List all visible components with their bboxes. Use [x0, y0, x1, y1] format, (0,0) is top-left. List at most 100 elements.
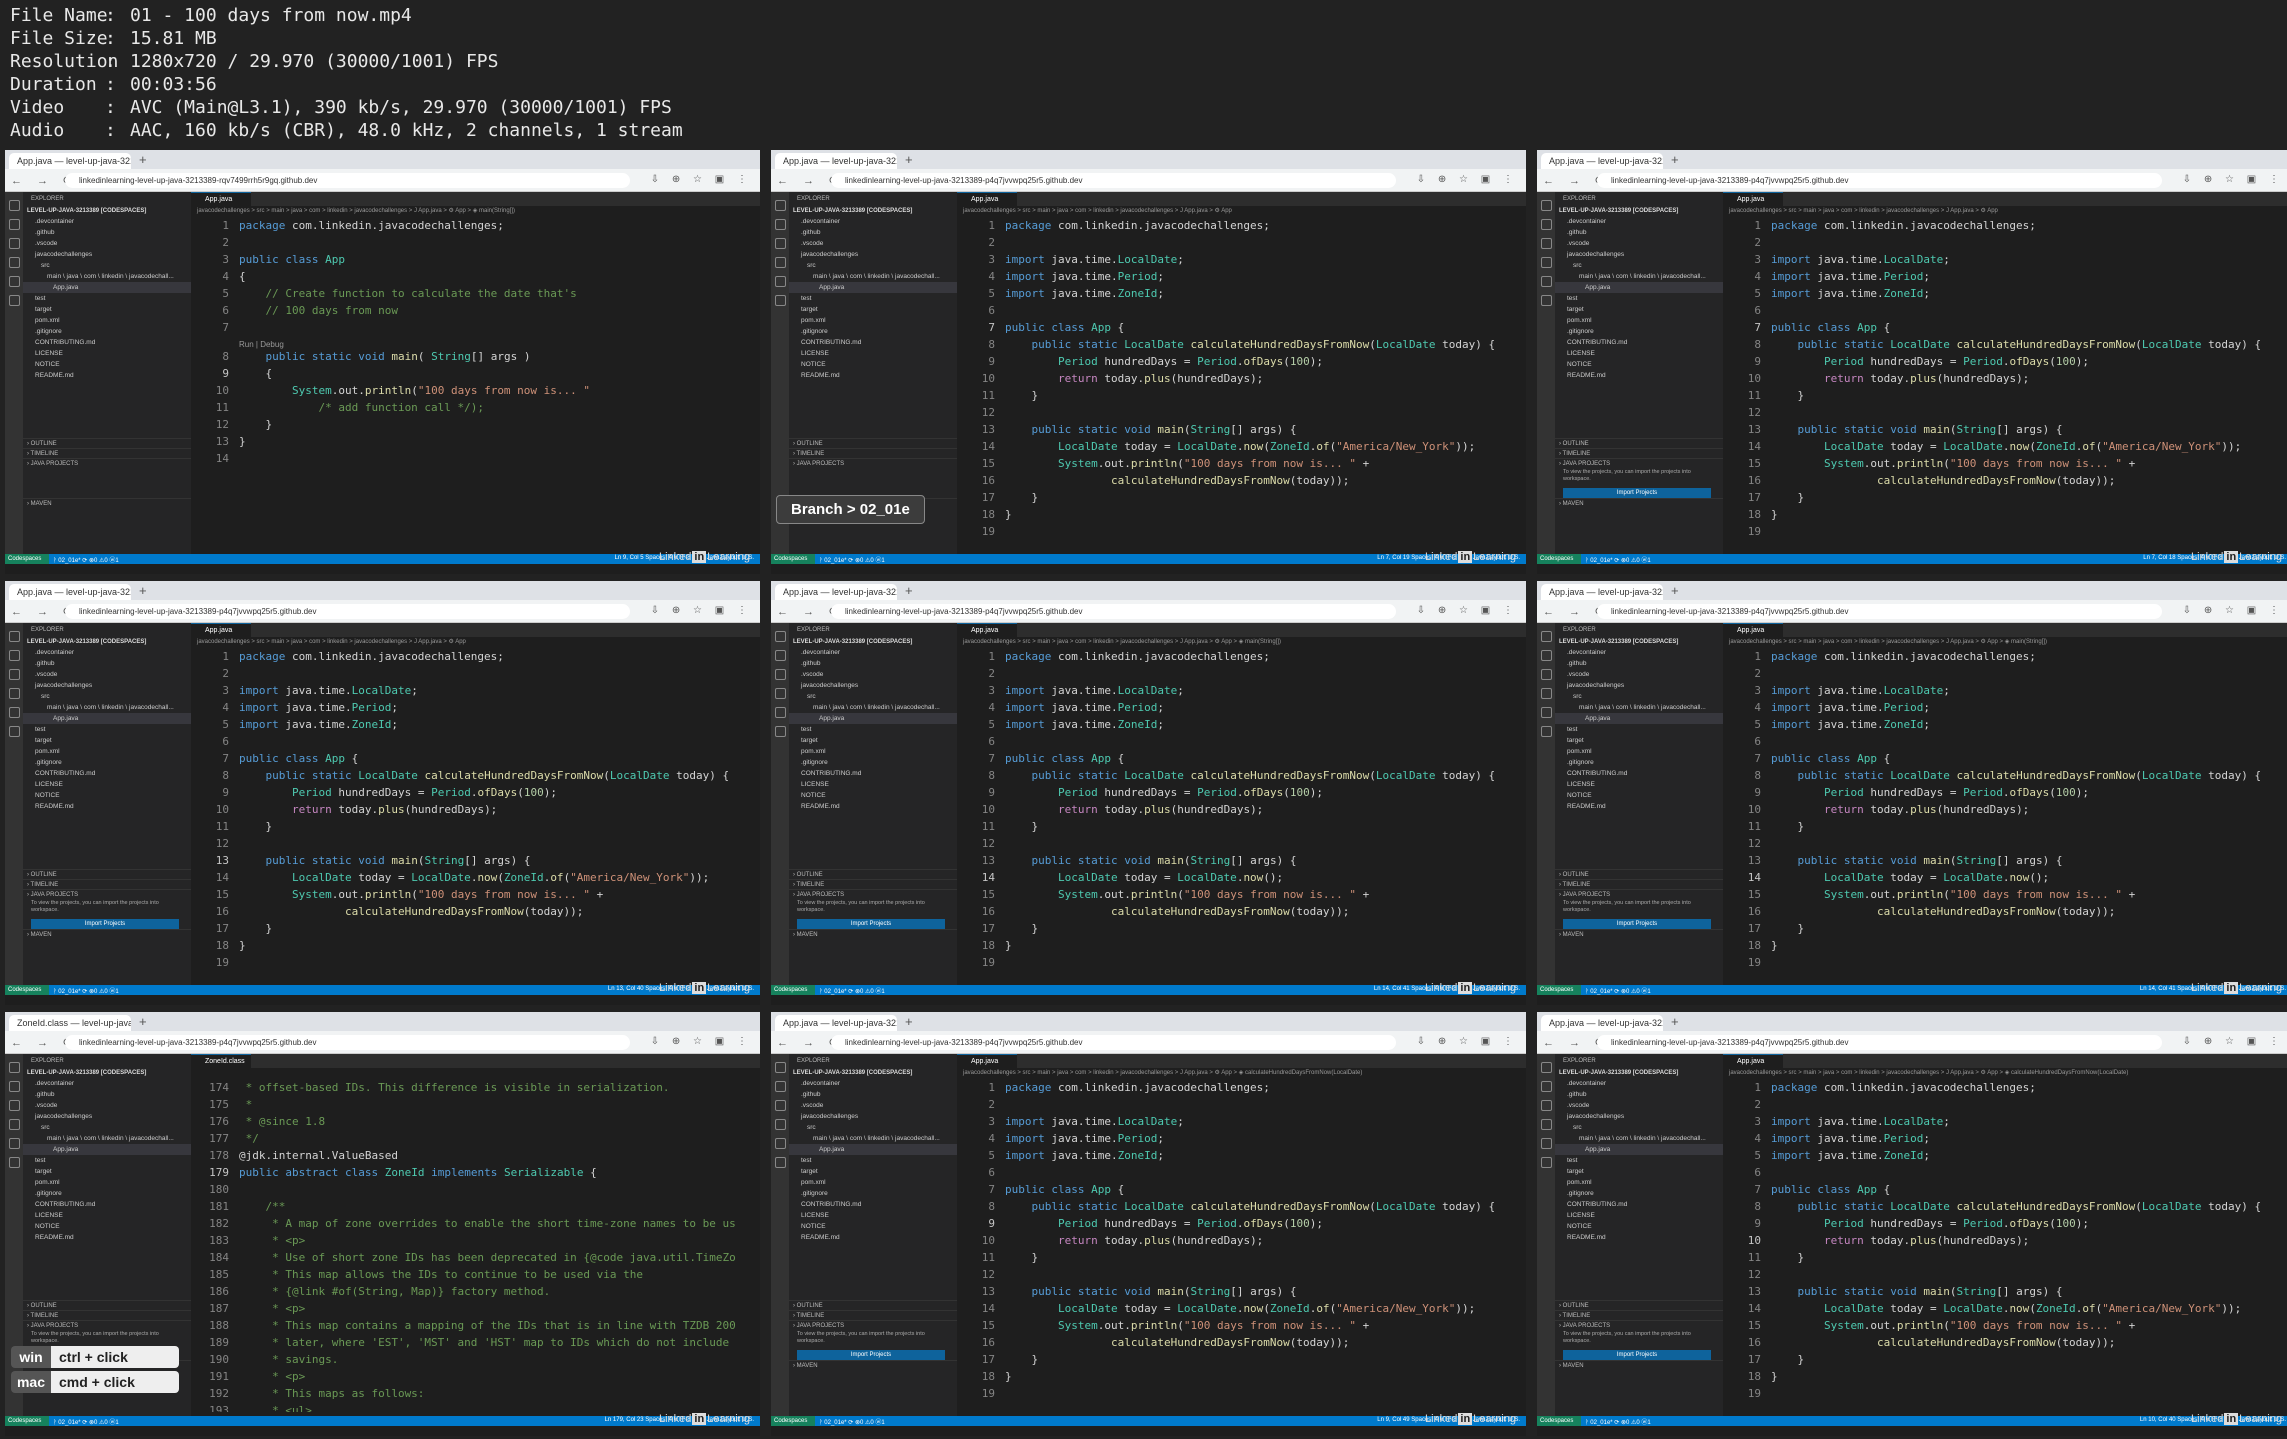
remote-icon[interactable] [8, 295, 20, 306]
remote-indicator[interactable]: Codespaces [771, 554, 815, 564]
file-tree-item[interactable]: README.md [1555, 801, 1723, 812]
file-tree-item[interactable]: javacodechallenges [1555, 249, 1723, 260]
file-tree-item[interactable]: target [789, 735, 957, 746]
browser-tab[interactable]: App.java — level-up-java-3213... [775, 584, 897, 600]
remote-icon[interactable] [1540, 295, 1552, 306]
extensions-icon[interactable] [1540, 276, 1552, 287]
file-tree-item[interactable]: CONTRIBUTING.md [1555, 1199, 1723, 1210]
sidebar-section-java-projects[interactable]: › JAVA PROJECTS [789, 1320, 957, 1331]
remote-indicator[interactable]: Codespaces [5, 1416, 49, 1426]
file-tree-item[interactable]: .gitignore [789, 326, 957, 337]
browser-toolbar-icons[interactable]: ⇩ ⊕ ☆ ▣ ⋮ [1417, 605, 1518, 616]
file-tree-item[interactable]: NOTICE [789, 1221, 957, 1232]
file-tree-item[interactable]: src [23, 260, 191, 271]
file-tree-item[interactable]: .vscode [23, 669, 191, 680]
file-tree-item[interactable]: pom.xml [789, 1177, 957, 1188]
file-tree-item[interactable]: README.md [789, 370, 957, 381]
file-tree-item[interactable]: LICENSE [789, 1210, 957, 1221]
file-tree-item[interactable]: LICENSE [1555, 779, 1723, 790]
source-control-icon[interactable] [774, 1100, 786, 1111]
file-tree-item[interactable]: .gitignore [789, 1188, 957, 1199]
address-bar[interactable]: linkedinlearning-level-up-java-3213389-p… [1597, 1035, 2162, 1050]
file-tree-item[interactable]: target [1555, 304, 1723, 315]
extensions-icon[interactable] [774, 276, 786, 287]
extensions-icon[interactable] [1540, 1138, 1552, 1149]
file-tree-item[interactable]: .devcontainer [1555, 216, 1723, 227]
file-tree-item[interactable]: src [1555, 260, 1723, 271]
source-control-icon[interactable] [1540, 669, 1552, 680]
breadcrumb[interactable]: javacodechallenges > src > main > java >… [963, 638, 1281, 645]
editor-tab[interactable]: App.java [957, 192, 1017, 206]
remote-icon[interactable] [8, 726, 20, 737]
remote-icon[interactable] [8, 1157, 20, 1168]
browser-toolbar-icons[interactable]: ⇩ ⊕ ☆ ▣ ⋮ [2183, 1036, 2284, 1047]
run-debug-icon[interactable] [774, 257, 786, 268]
file-tree-item[interactable]: .gitignore [23, 757, 191, 768]
file-tree-item[interactable]: main \ java \ com \ linkedin \ javacodec… [23, 1133, 191, 1144]
editor-tab[interactable]: App.java [1723, 623, 1783, 637]
code-area[interactable]: 1 package com.linkedin.javacodechallenges… [957, 1081, 1526, 1412]
editor-tab[interactable]: App.java [191, 192, 251, 206]
file-tree-item[interactable]: .gitignore [23, 326, 191, 337]
editor-tab[interactable]: App.java [957, 623, 1017, 637]
run-debug-icon[interactable] [1540, 257, 1552, 268]
file-tree-item[interactable]: javacodechallenges [23, 680, 191, 691]
workspace-root[interactable]: LEVEL-UP-JAVA-3213389 [CODESPACES] [23, 206, 191, 216]
file-tree-item[interactable]: README.md [1555, 370, 1723, 381]
file-tree-item[interactable]: .gitignore [1555, 1188, 1723, 1199]
file-tree-item[interactable]: LICENSE [789, 348, 957, 359]
file-tree-item[interactable]: .devcontainer [1555, 1078, 1723, 1089]
source-control-icon[interactable] [8, 669, 20, 680]
explorer-icon[interactable] [774, 631, 786, 642]
search-icon[interactable] [774, 650, 786, 661]
extensions-icon[interactable] [774, 1138, 786, 1149]
search-icon[interactable] [8, 650, 20, 661]
file-tree-item[interactable]: test [1555, 293, 1723, 304]
file-tree-item[interactable]: javacodechallenges [23, 1111, 191, 1122]
new-tab-button[interactable]: + [905, 583, 913, 598]
file-tree-item[interactable]: .github [1555, 1089, 1723, 1100]
file-tree-item[interactable]: main \ java \ com \ linkedin \ javacodec… [1555, 271, 1723, 282]
file-tree-item[interactable]: CONTRIBUTING.md [789, 768, 957, 779]
run-debug-icon[interactable] [8, 1119, 20, 1130]
import-projects-button[interactable]: Import Projects [1563, 488, 1711, 498]
file-tree-item[interactable]: javacodechallenges [1555, 1111, 1723, 1122]
source-control-icon[interactable] [8, 238, 20, 249]
remote-indicator[interactable]: Codespaces [5, 554, 49, 564]
file-tree-item[interactable]: pom.xml [1555, 1177, 1723, 1188]
explorer-icon[interactable] [1540, 631, 1552, 642]
file-tree-item[interactable]: main \ java \ com \ linkedin \ javacodec… [789, 1133, 957, 1144]
file-tree-item[interactable]: src [1555, 691, 1723, 702]
new-tab-button[interactable]: + [139, 583, 147, 598]
file-tree-item[interactable]: CONTRIBUTING.md [789, 1199, 957, 1210]
file-tree-item[interactable]: NOTICE [1555, 1221, 1723, 1232]
file-tree-item[interactable]: target [789, 1166, 957, 1177]
file-tree-item[interactable]: NOTICE [1555, 359, 1723, 370]
breadcrumb[interactable]: javacodechallenges > src > main > java >… [1729, 207, 1998, 214]
file-tree-item[interactable]: pom.xml [1555, 746, 1723, 757]
source-control-icon[interactable] [1540, 238, 1552, 249]
file-tree-item[interactable]: App.java [23, 1144, 191, 1155]
remote-icon[interactable] [774, 726, 786, 737]
file-tree-item[interactable]: javacodechallenges [1555, 680, 1723, 691]
run-debug-icon[interactable] [8, 257, 20, 268]
file-tree-item[interactable]: test [789, 724, 957, 735]
breadcrumb[interactable]: javacodechallenges > src > main > java >… [197, 638, 466, 645]
file-tree-item[interactable]: .vscode [1555, 238, 1723, 249]
file-tree-item[interactable]: main \ java \ com \ linkedin \ javacodec… [1555, 1133, 1723, 1144]
remote-icon[interactable] [774, 295, 786, 306]
file-tree-item[interactable]: README.md [789, 801, 957, 812]
file-tree-item[interactable]: src [789, 260, 957, 271]
editor-tab[interactable]: App.java [191, 623, 251, 637]
file-tree-item[interactable]: App.java [23, 713, 191, 724]
remote-icon[interactable] [774, 1157, 786, 1168]
breadcrumb[interactable]: javacodechallenges > src > main > java >… [1729, 1069, 2128, 1076]
browser-toolbar-icons[interactable]: ⇩ ⊕ ☆ ▣ ⋮ [651, 174, 752, 185]
editor-tab[interactable]: App.java [1723, 1054, 1783, 1068]
file-tree-item[interactable]: README.md [23, 370, 191, 381]
file-tree-item[interactable]: src [23, 691, 191, 702]
remote-indicator[interactable]: Codespaces [771, 985, 815, 995]
file-tree-item[interactable]: LICENSE [23, 1210, 191, 1221]
new-tab-button[interactable]: + [905, 1014, 913, 1029]
status-left[interactable]: ᚹ 02_01e* ⟳ ⊗0 ⚠0 ⓦ1 [1585, 986, 1651, 995]
